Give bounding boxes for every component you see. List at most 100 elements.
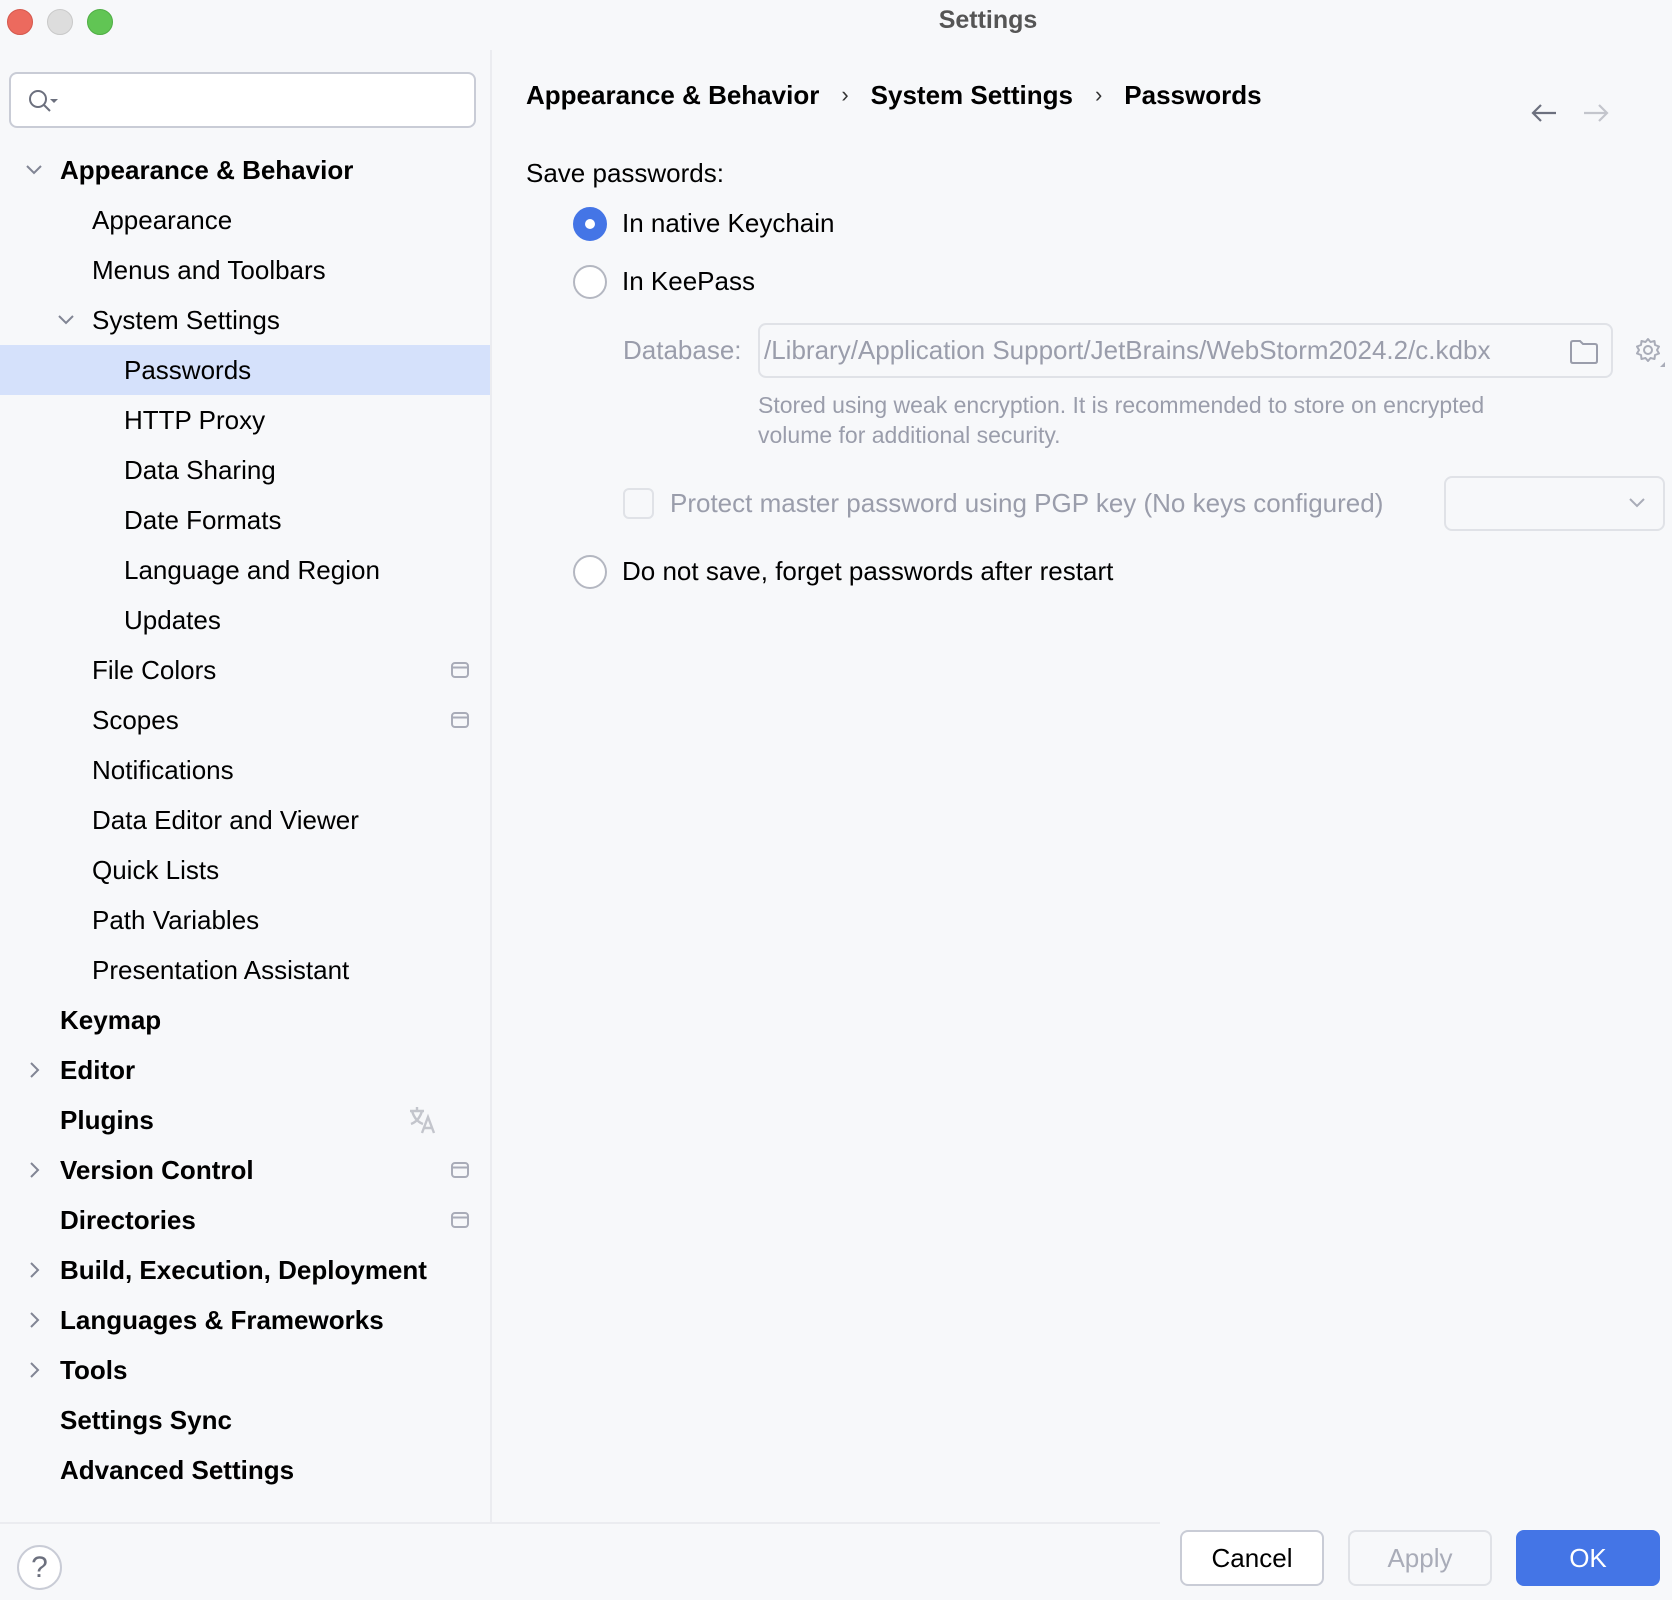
radio-keepass-label[interactable]: In KeePass — [622, 266, 755, 297]
sidebar-item-label: Data Sharing — [124, 455, 276, 485]
sidebar-item[interactable]: Tools — [0, 1345, 490, 1395]
save-passwords-label: Save passwords: — [526, 158, 724, 188]
sidebar-item[interactable]: Languages & Frameworks — [0, 1295, 490, 1345]
sidebar-item[interactable]: Menus and Toolbars — [0, 245, 490, 295]
footer-divider — [0, 1522, 1160, 1524]
sidebar-item-label: Notifications — [92, 755, 234, 785]
pgp-checkbox-label[interactable]: Protect master password using PGP key (N… — [670, 488, 1383, 519]
breadcrumb-item[interactable]: System Settings — [871, 80, 1073, 111]
chevron-right-icon[interactable] — [22, 1045, 46, 1095]
breadcrumb-item[interactable]: Appearance & Behavior — [526, 80, 819, 111]
translate-icon — [410, 1107, 436, 1134]
sidebar-item-label: Quick Lists — [92, 855, 220, 885]
sidebar-item-label: Tools — [60, 1355, 128, 1385]
sidebar-item-label: Path Variables — [92, 905, 260, 935]
radio-do-not-save-label[interactable]: Do not save, forget passwords after rest… — [622, 556, 1113, 587]
settings-sidebar: Appearance & Behavior Appearance Menus and… — [0, 50, 492, 1522]
sidebar-item-label: Languages & Frameworks — [60, 1305, 384, 1335]
pgp-key-dropdown[interactable] — [1444, 476, 1665, 531]
hint-line: Stored using weak encryption. It is reco… — [758, 392, 1485, 418]
sidebar-item-label: Scopes — [92, 705, 179, 735]
sidebar-item[interactable]: Settings Sync — [0, 1395, 490, 1445]
sidebar-item-label: Menus and Toolbars — [92, 255, 326, 285]
sidebar-item-label: Build, Execution, Deployment — [60, 1255, 427, 1285]
sidebar-item[interactable]: Plugins — [0, 1095, 490, 1145]
settings-tree: Appearance & Behavior Appearance Menus and… — [0, 145, 490, 1495]
hint-line: volume for additional security. — [758, 422, 1061, 448]
sidebar-item[interactable]: Data Sharing — [0, 445, 490, 495]
sidebar-item[interactable]: Passwords — [0, 345, 490, 395]
sidebar-item-label: Data Editor and Viewer — [92, 805, 359, 835]
sidebar-item[interactable]: Notifications — [0, 745, 490, 795]
back-arrow-icon[interactable] — [1530, 102, 1558, 124]
apply-button[interactable]: Apply — [1348, 1530, 1492, 1586]
settings-window: Settings Appearance & Behavior Appearance… — [0, 0, 1672, 1600]
sidebar-item[interactable]: Path Variables — [0, 895, 490, 945]
sidebar-item-label: Passwords — [124, 355, 252, 385]
search-icon — [29, 90, 58, 112]
sidebar-item[interactable]: File Colors — [0, 645, 490, 695]
chevron-right-icon[interactable] — [22, 1295, 46, 1345]
passwords-panel: Appearance & Behavior › System Settings › Pa… — [494, 50, 1672, 1522]
pgp-checkbox[interactable] — [623, 488, 654, 519]
sidebar-item-label: Advanced Settings — [60, 1455, 295, 1485]
chevron-down-icon — [1629, 498, 1645, 508]
folder-icon[interactable] — [1569, 339, 1599, 365]
sidebar-item[interactable]: Appearance & Behavior — [0, 145, 490, 195]
sidebar-item[interactable]: HTTP Proxy — [0, 395, 490, 445]
ok-button[interactable]: OK — [1516, 1530, 1660, 1586]
radio-native-keychain-label[interactable]: In native Keychain — [622, 208, 834, 239]
chevron-right-icon[interactable] — [22, 1245, 46, 1295]
sidebar-item-label: Appearance — [92, 205, 233, 235]
sidebar-item[interactable]: Version Control — [0, 1145, 490, 1195]
project-level-icon — [451, 712, 469, 728]
sidebar-item[interactable]: Data Editor and Viewer — [0, 795, 490, 845]
search-input[interactable] — [9, 72, 476, 128]
radio-native-keychain[interactable] — [573, 207, 607, 241]
gear-icon[interactable] — [1634, 336, 1666, 368]
breadcrumb: Appearance & Behavior › System Settings › Pa… — [526, 78, 1262, 111]
project-level-icon — [451, 1162, 469, 1178]
sidebar-item[interactable]: Editor — [0, 1045, 490, 1095]
sidebar-item-label: Presentation Assistant — [92, 955, 350, 985]
sidebar-item[interactable]: Updates — [0, 595, 490, 645]
radio-keepass[interactable] — [573, 265, 607, 299]
radio-do-not-save[interactable] — [573, 555, 607, 589]
sidebar-item[interactable]: Advanced Settings — [0, 1445, 490, 1495]
help-button[interactable]: ? — [17, 1545, 62, 1590]
sidebar-item-label: Updates — [124, 605, 221, 635]
sidebar-item[interactable]: System Settings — [0, 295, 490, 345]
window-title-text: Settings — [938, 6, 1038, 34]
sidebar-item[interactable]: Keymap — [0, 995, 490, 1045]
sidebar-item[interactable]: Quick Lists — [0, 845, 490, 895]
project-level-icon — [451, 1212, 469, 1228]
chevron-down-icon[interactable] — [22, 145, 46, 195]
forward-arrow-icon[interactable] — [1582, 102, 1610, 124]
chevron-down-icon[interactable] — [54, 295, 78, 345]
chevron-right-icon[interactable] — [22, 1145, 46, 1195]
breadcrumb-item-current: Passwords — [1124, 79, 1262, 110]
sidebar-item[interactable]: Language and Region — [0, 545, 490, 595]
sidebar-item-label: Language and Region — [124, 555, 380, 585]
sidebar-item[interactable]: Scopes — [0, 695, 490, 745]
sidebar-item-label: Plugins — [60, 1105, 154, 1135]
sidebar-item[interactable]: Presentation Assistant — [0, 945, 490, 995]
project-level-icon — [451, 662, 469, 678]
window-title: Settings — [0, 6, 1672, 35]
sidebar-item[interactable]: Appearance — [0, 195, 490, 245]
database-path-field[interactable]: /Library/Application Support/JetBrains/W… — [758, 323, 1613, 378]
database-path-value: /Library/Application Support/JetBrains/W… — [764, 335, 1491, 365]
sidebar-item-label: Keymap — [60, 1005, 162, 1035]
sidebar-item-label: System Settings — [92, 305, 280, 335]
cancel-button[interactable]: Cancel — [1180, 1530, 1324, 1586]
sidebar-item-label: HTTP Proxy — [124, 405, 266, 435]
sidebar-item[interactable]: Date Formats — [0, 495, 490, 545]
sidebar-item-label: Directories — [60, 1205, 196, 1235]
chevron-right-icon[interactable] — [22, 1345, 46, 1395]
sidebar-item-label: Settings Sync — [60, 1405, 232, 1435]
sidebar-item[interactable]: Build, Execution, Deployment — [0, 1245, 490, 1295]
sidebar-item[interactable]: Directories — [0, 1195, 490, 1245]
database-label: Database: — [623, 335, 742, 365]
sidebar-item-label: Date Formats — [124, 505, 282, 535]
breadcrumb-separator: › — [1094, 82, 1103, 108]
